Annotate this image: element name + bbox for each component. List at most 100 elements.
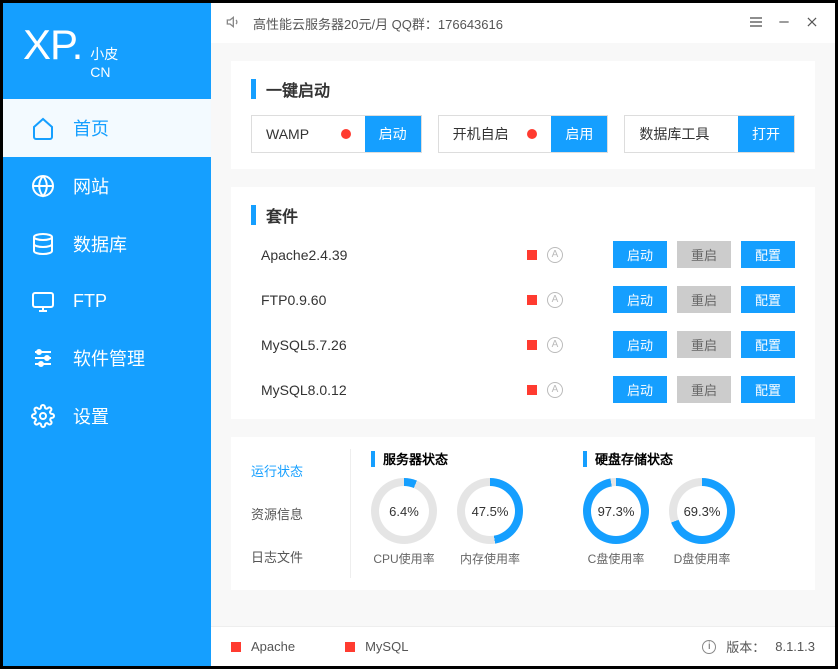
config-button[interactable]: 配置	[741, 286, 795, 313]
monitor-icon	[31, 289, 55, 313]
restart-button[interactable]: 重启	[677, 376, 731, 403]
section-bar-icon	[371, 451, 375, 467]
quickstart-card: 一键启动 WAMP 启动开机自启 启用数据库工具打开	[231, 61, 815, 169]
section-bar-icon	[583, 451, 587, 467]
admin-icon[interactable]: A	[547, 292, 563, 308]
gauge: 6.4% CPU使用率	[371, 478, 437, 567]
home-icon	[31, 116, 55, 140]
start-button[interactable]: 启动	[613, 286, 667, 313]
config-button[interactable]: 配置	[741, 241, 795, 268]
status-tab[interactable]: 日志文件	[251, 535, 350, 578]
gauge-value: 69.3%	[684, 504, 721, 519]
status-card: 运行状态资源信息日志文件 服务器状态 6.4%CPU使用率47.5%内存使用率 …	[231, 437, 815, 590]
restart-button[interactable]: 重启	[677, 331, 731, 358]
config-button[interactable]: 配置	[741, 376, 795, 403]
menu-icon[interactable]	[747, 14, 765, 33]
pill-action-button[interactable]: 启动	[365, 116, 421, 152]
speaker-icon	[225, 14, 243, 33]
suite-name: MySQL8.0.12	[261, 382, 517, 398]
gauge-label: C盘使用率	[588, 550, 645, 567]
suite-name: MySQL5.7.26	[261, 337, 517, 353]
close-icon[interactable]	[803, 15, 821, 32]
sidebar-item-database[interactable]: 数据库	[3, 215, 211, 273]
globe-icon	[31, 174, 55, 198]
footer-apache: Apache	[251, 639, 295, 654]
info-icon[interactable]: i	[702, 640, 716, 654]
gauge: 69.3% D盘使用率	[669, 478, 735, 567]
sidebar-item-globe[interactable]: 网站	[3, 157, 211, 215]
status-dot-icon	[341, 129, 351, 139]
database-icon	[31, 232, 55, 256]
footer-mysql: MySQL	[365, 639, 408, 654]
sidebar: XP. 小皮 CN 首页网站数据库 FTP 软件管理设置	[3, 3, 211, 666]
app-window: XP. 小皮 CN 首页网站数据库 FTP 软件管理设置 高性能云服务器20元/月 …	[0, 0, 838, 669]
start-button[interactable]: 启动	[613, 241, 667, 268]
gauge-ring: 97.3%	[583, 478, 649, 544]
sidebar-item-home[interactable]: 首页	[3, 99, 211, 157]
sidebar-item-label: 数据库	[73, 231, 127, 257]
gauge-label: 内存使用率	[460, 550, 520, 567]
quickstart-pill: 数据库工具打开	[624, 115, 795, 153]
section-bar-icon	[251, 205, 256, 225]
sidebar-item-gear[interactable]: 设置	[3, 387, 211, 445]
admin-icon[interactable]: A	[547, 337, 563, 353]
suite-name: Apache2.4.39	[261, 247, 517, 263]
config-button[interactable]: 配置	[741, 331, 795, 358]
status-tab[interactable]: 资源信息	[251, 492, 350, 535]
server-status-title: 服务器状态	[383, 449, 448, 468]
gauge: 97.3% C盘使用率	[583, 478, 649, 567]
pill-label: WAMP	[252, 126, 341, 142]
restart-button[interactable]: 重启	[677, 286, 731, 313]
status-tab[interactable]: 运行状态	[251, 449, 350, 492]
start-button[interactable]: 启动	[613, 331, 667, 358]
suite-row: FTP0.9.60 A 启动重启配置	[261, 286, 795, 313]
logo-sub1: 小皮	[90, 45, 118, 63]
status-square-icon	[345, 642, 355, 652]
sidebar-item-label: 设置	[73, 403, 109, 429]
sidebar-item-label: FTP	[73, 291, 107, 312]
gauge-ring: 6.4%	[371, 478, 437, 544]
pill-action-button[interactable]: 打开	[738, 116, 794, 152]
sidebar-item-sliders[interactable]: 软件管理	[3, 329, 211, 387]
sidebar-item-label: 软件管理	[73, 345, 145, 371]
gear-icon	[31, 404, 55, 428]
logo-main: XP.	[23, 21, 82, 69]
restart-button[interactable]: 重启	[677, 241, 731, 268]
gauge-label: D盘使用率	[674, 550, 731, 567]
quickstart-pill: 开机自启 启用	[438, 115, 609, 153]
status-square-icon	[527, 295, 537, 305]
version-value: 8.1.1.3	[775, 639, 815, 654]
sliders-icon	[31, 346, 55, 370]
section-bar-icon	[251, 79, 256, 99]
pill-label: 开机自启	[439, 124, 528, 144]
titlebar: 高性能云服务器20元/月 QQ群：176643616	[211, 3, 835, 43]
suite-name: FTP0.9.60	[261, 292, 517, 308]
status-square-icon	[527, 385, 537, 395]
gauge-ring: 69.3%	[669, 478, 735, 544]
suite-row: MySQL8.0.12 A 启动重启配置	[261, 376, 795, 403]
gauge-ring: 47.5%	[457, 478, 523, 544]
gauge-value: 6.4%	[389, 504, 419, 519]
admin-icon[interactable]: A	[547, 247, 563, 263]
gauge-label: CPU使用率	[373, 550, 434, 567]
quickstart-pill: WAMP 启动	[251, 115, 422, 153]
footer: Apache MySQL i 版本： 8.1.1.3	[211, 626, 835, 666]
logo-sub2: CN	[90, 63, 118, 81]
logo: XP. 小皮 CN	[3, 3, 211, 99]
suite-row: MySQL5.7.26 A 启动重启配置	[261, 331, 795, 358]
status-dot-icon	[527, 129, 537, 139]
sidebar-item-monitor[interactable]: FTP	[3, 273, 211, 329]
status-square-icon	[231, 642, 241, 652]
admin-icon[interactable]: A	[547, 382, 563, 398]
announce-text[interactable]: 高性能云服务器20元/月 QQ群：176643616	[253, 14, 503, 33]
minimize-icon[interactable]	[775, 15, 793, 32]
pill-label: 数据库工具	[625, 124, 738, 144]
sidebar-item-label: 首页	[73, 115, 109, 141]
quickstart-title: 一键启动	[266, 77, 330, 101]
suite-title: 套件	[266, 203, 298, 227]
disk-status-title: 硬盘存储状态	[595, 449, 673, 468]
start-button[interactable]: 启动	[613, 376, 667, 403]
gauge-value: 97.3%	[598, 504, 635, 519]
status-square-icon	[527, 340, 537, 350]
pill-action-button[interactable]: 启用	[551, 116, 607, 152]
